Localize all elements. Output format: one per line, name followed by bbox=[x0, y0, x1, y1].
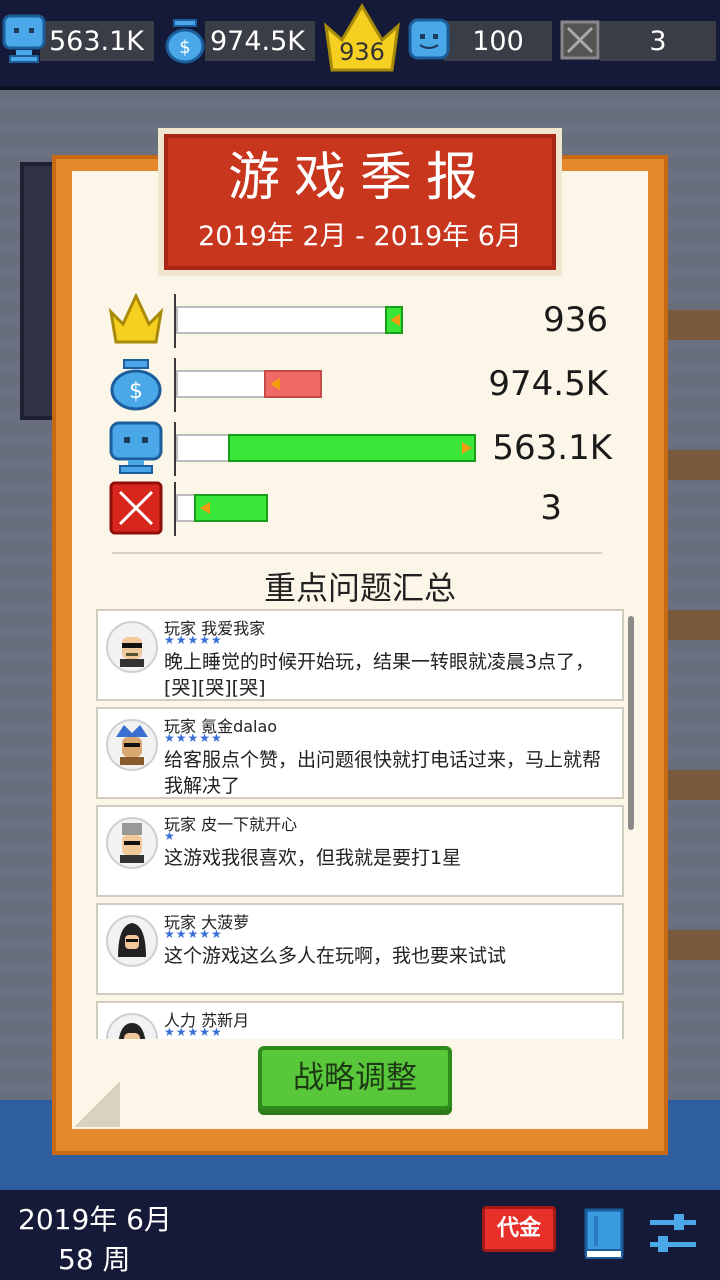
star-rating: ★ bbox=[164, 829, 176, 843]
money-bag-icon: $ bbox=[165, 19, 205, 64]
shelf bbox=[660, 930, 720, 960]
bugs-stat-value: 3 bbox=[540, 488, 562, 528]
stat-row-fans: 563.1K bbox=[108, 420, 628, 480]
settings-sliders-icon[interactable] bbox=[648, 1212, 698, 1256]
stat-row-bugs: 3 bbox=[108, 480, 628, 540]
issues-summary-title: 重点问题汇总 bbox=[263, 569, 456, 607]
change-arrow-icon bbox=[462, 442, 472, 454]
star-rating: ★★★★★ bbox=[164, 1025, 223, 1039]
star-rating: ★★★★★ bbox=[164, 927, 223, 941]
crown-value: 936 bbox=[339, 38, 385, 66]
fans-stat-value: 563.1K bbox=[492, 428, 612, 468]
comment-card: 玩家 大菠萝 ★★★★★ 这个游戏这么多人在玩啊，我也要来试试 bbox=[96, 903, 624, 995]
money-counter: 974.5K bbox=[205, 21, 315, 61]
svg-text:$: $ bbox=[129, 379, 143, 404]
player-icon bbox=[2, 14, 46, 63]
crown-icon bbox=[108, 292, 164, 344]
comment-card: 玩家 我爱我家 ★★★★★ 晚上睡觉的时候开始玩，结果一转眼就凌晨3点了，[哭]… bbox=[96, 609, 624, 701]
avatar bbox=[106, 719, 158, 771]
bottom-bar: 2019年 6月 58 周 代金 bbox=[0, 1190, 720, 1280]
comments-list[interactable]: 玩家 我爱我家 ★★★★★ 晚上睡觉的时候开始玩，结果一转眼就凌晨3点了，[哭]… bbox=[96, 607, 636, 1039]
strategy-adjust-button[interactable]: 战略调整 bbox=[258, 1046, 452, 1110]
bar-track bbox=[176, 434, 236, 462]
money-bag-icon: $ bbox=[110, 359, 162, 411]
star-rating: ★★★★★ bbox=[164, 633, 223, 647]
comment-text: 晚上睡觉的时候开始玩，结果一转眼就凌晨3点了，[哭][哭][哭] bbox=[164, 651, 595, 699]
fans-change-bar bbox=[228, 434, 476, 462]
stat-row-money: $ 974.5K bbox=[108, 356, 628, 416]
avatar bbox=[106, 915, 158, 967]
shelf bbox=[660, 310, 720, 340]
player-icon bbox=[109, 421, 163, 474]
comment-text: 这游戏我很喜欢，但我就是要打1星 bbox=[164, 847, 462, 869]
bugs-value: 3 bbox=[649, 25, 667, 57]
change-arrow-icon bbox=[390, 314, 400, 326]
player-face-icon bbox=[408, 18, 450, 60]
comment-card: 玩家 皮一下就开心 ★ 这游戏我很喜欢，但我就是要打1星 bbox=[96, 805, 624, 897]
avatar bbox=[106, 621, 158, 673]
bar-track bbox=[176, 370, 266, 398]
bar-track bbox=[176, 494, 196, 522]
bugs-counter: 3 bbox=[600, 21, 716, 61]
players-value: 100 bbox=[472, 25, 524, 57]
current-date: 2019年 6月 bbox=[18, 1203, 172, 1236]
change-arrow-icon bbox=[270, 378, 280, 390]
report-title: 游戏季报 bbox=[227, 148, 492, 208]
money-value: 974.5K bbox=[209, 25, 305, 57]
book-icon[interactable] bbox=[580, 1206, 628, 1262]
shelf bbox=[660, 450, 720, 480]
stat-row-crown: 936 bbox=[108, 292, 628, 352]
comment-card: 玩家 氪金dalao ★★★★★ 给客服点个赞，出问题很快就打电话过来，马上就帮… bbox=[96, 707, 624, 799]
fans-value: 563.1K bbox=[48, 25, 144, 57]
report-banner: 游戏季报 2019年 2月 - 2019年 6月 bbox=[158, 128, 562, 276]
divider bbox=[112, 552, 602, 554]
crown-stat-value: 936 bbox=[543, 300, 608, 340]
comment-user: 玩家 皮一下就开心 bbox=[164, 815, 298, 834]
money-stat-value: 974.5K bbox=[488, 364, 608, 404]
svg-text:$: $ bbox=[179, 37, 190, 58]
avatar bbox=[106, 817, 158, 869]
report-period: 2019年 2月 - 2019年 6月 bbox=[198, 221, 522, 252]
comment-text: 给客服点个赞，出问题很快就打电话过来，马上就帮我解决了 bbox=[164, 749, 602, 797]
comment-text: 这个游戏这么多人在玩啊，我也要来试试 bbox=[164, 945, 507, 967]
avatar bbox=[106, 1013, 158, 1039]
fans-counter: 563.1K bbox=[40, 21, 154, 61]
resource-bar: 563.1K 974.5K $ 936 100 3 bbox=[0, 0, 720, 90]
players-counter: 100 bbox=[444, 21, 552, 61]
star-rating: ★★★★★ bbox=[164, 731, 223, 745]
bug-x-icon bbox=[109, 481, 163, 535]
current-week: 58 周 bbox=[58, 1243, 131, 1276]
comment-card: 人力 苏新月 ★★★★★ bbox=[96, 1001, 624, 1039]
list-scrollbar[interactable] bbox=[628, 616, 634, 830]
voucher-button[interactable]: 代金 bbox=[482, 1206, 556, 1252]
bar-track bbox=[176, 306, 400, 334]
shelf bbox=[660, 770, 720, 800]
page-fold bbox=[74, 1081, 120, 1127]
bug-x-icon bbox=[560, 20, 600, 60]
shelf bbox=[660, 610, 720, 640]
change-arrow-icon bbox=[200, 502, 210, 514]
